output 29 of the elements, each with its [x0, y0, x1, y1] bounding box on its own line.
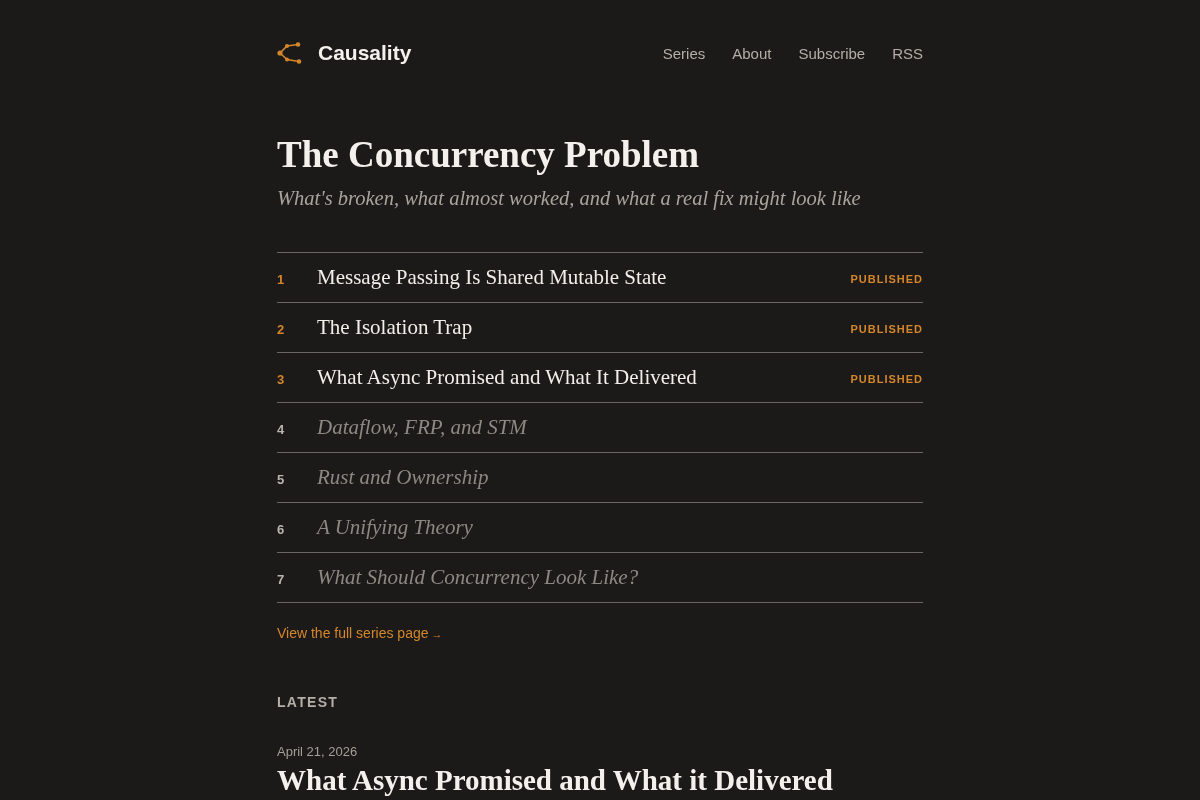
part-title: What Should Concurrency Look Like?: [317, 565, 640, 590]
series-title: The Concurrency Problem: [277, 133, 701, 177]
logo-icon: [277, 42, 303, 64]
post-title-link[interactable]: What Async Promised and What it Delivered: [277, 763, 923, 797]
section-heading: LATEST: [277, 694, 340, 710]
part-title: A Unifying Theory: [317, 515, 474, 540]
part-number: 5: [277, 470, 286, 487]
status-label: PUBLISHED: [850, 272, 923, 285]
site-name-link[interactable]: Causality: [318, 41, 412, 65]
part-number: 3: [277, 370, 286, 387]
status-label: PUBLISHED: [850, 372, 923, 385]
nav-link[interactable]: RSS: [892, 44, 923, 62]
series-page-link[interactable]: View the full series page →: [277, 625, 443, 641]
part-number: 6: [277, 520, 286, 537]
part-number: 4: [277, 420, 286, 437]
nav-link[interactable]: Series: [662, 44, 706, 62]
status-label: PUBLISHED: [850, 322, 923, 335]
part-title-link[interactable]: What Async Promised and What It Delivered: [317, 365, 851, 390]
part-title: Dataflow, FRP, and STM: [317, 415, 529, 440]
part-number: 2: [277, 320, 286, 337]
part-number: 1: [277, 270, 286, 287]
post-date: April 21, 2026: [277, 744, 359, 759]
part-title-link[interactable]: The Isolation Trap: [317, 315, 851, 340]
part-title: Rust and Ownership: [317, 465, 490, 490]
part-title-link[interactable]: Message Passing Is Shared Mutable State: [317, 265, 851, 290]
series-subtitle: What's broken, what almost worked, and what a real fix might look like: [277, 186, 862, 211]
nav-link[interactable]: About: [732, 44, 772, 62]
part-number: 7: [277, 570, 286, 587]
nav-link[interactable]: Subscribe: [798, 44, 866, 62]
